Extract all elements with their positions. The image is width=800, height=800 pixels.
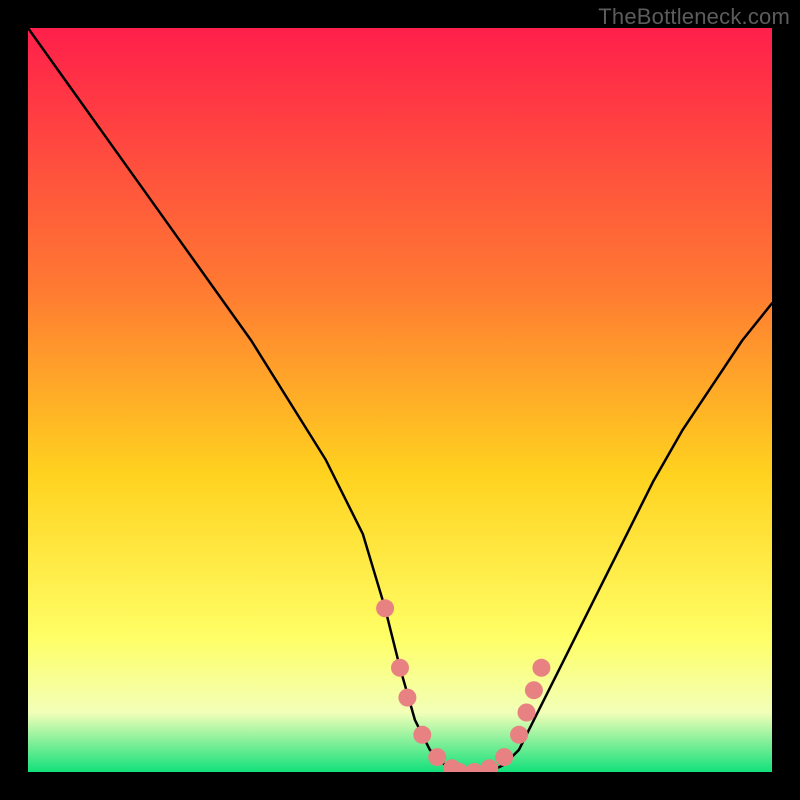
data-marker xyxy=(518,704,536,722)
outer-frame: TheBottleneck.com xyxy=(0,0,800,800)
data-marker xyxy=(532,659,550,677)
data-marker xyxy=(495,748,513,766)
data-marker xyxy=(525,681,543,699)
data-marker xyxy=(413,726,431,744)
watermark-text: TheBottleneck.com xyxy=(598,4,790,30)
data-marker xyxy=(428,748,446,766)
data-marker xyxy=(510,726,528,744)
data-marker xyxy=(398,689,416,707)
data-marker xyxy=(391,659,409,677)
data-marker xyxy=(376,599,394,617)
plot-area xyxy=(28,28,772,772)
chart-svg xyxy=(28,28,772,772)
